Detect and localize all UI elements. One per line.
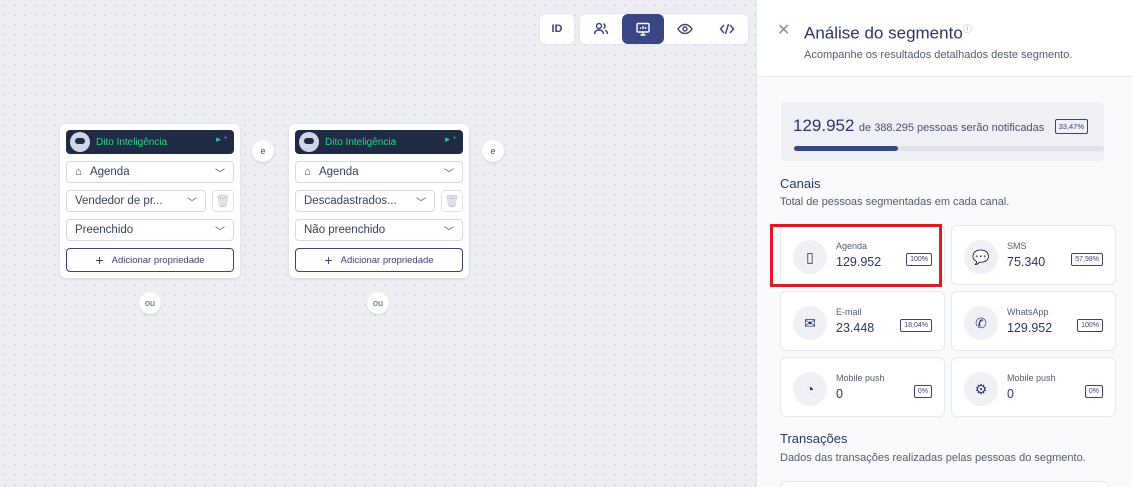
condition-select-value: Preenchido: [75, 224, 134, 236]
channel-name: E-mail: [836, 307, 862, 317]
property-select-value: Descadastrados...: [304, 195, 397, 207]
info-icon[interactable]: ⓘ: [963, 24, 972, 34]
presentation-icon: [636, 22, 650, 36]
add-property-label: Adicionar propriedade: [111, 254, 205, 266]
preview-button[interactable]: [664, 14, 706, 44]
channel-name: Mobile push: [1007, 373, 1056, 383]
transactions-subtitle: Dados das transações realizadas pelas pe…: [780, 452, 1086, 464]
whatsapp-icon: ✆: [964, 306, 998, 340]
panel-title-text: Análise do segmento: [804, 23, 963, 43]
panel-title: Análise do segmentoⓘ: [804, 22, 972, 44]
notification-summary: 129.952 de 388.295 pessoas serão notific…: [781, 102, 1104, 161]
channel-card-mobile-push-ios[interactable]: ◔ Mobile push 0 0%: [780, 357, 945, 417]
notified-text: de 388.295 pessoas serão notificadas: [858, 122, 1045, 134]
channel-value: 0: [836, 387, 843, 401]
people-icon: [593, 22, 609, 35]
and-connector[interactable]: e: [482, 140, 504, 162]
nodes-icon[interactable]: ▸ ⁺: [445, 134, 457, 145]
add-property-button[interactable]: + Adicionar propriedade: [295, 248, 463, 272]
property-select[interactable]: Descadastrados... ﹀: [295, 190, 435, 212]
channel-percent-badge: 100%: [1077, 319, 1103, 332]
chevron-down-icon: ﹀: [215, 169, 225, 180]
id-button[interactable]: ID: [540, 14, 574, 44]
channel-card-email[interactable]: ✉ E-mail 23.448 18,04%: [780, 291, 945, 351]
robot-avatar-icon: [299, 132, 319, 152]
close-icon[interactable]: ✕: [777, 20, 790, 40]
chevron-down-icon: ﹀: [444, 227, 454, 238]
source-select[interactable]: ⌂ Agenda ﹀: [66, 161, 234, 183]
channel-name: WhatsApp: [1007, 307, 1049, 317]
channel-card-sms[interactable]: 💬 SMS 75.340 57,98%: [951, 225, 1116, 285]
channels-title: Canais: [780, 176, 821, 191]
channel-name: Mobile push: [836, 373, 885, 383]
transactions-card: [780, 481, 1109, 487]
segment-card: Dito Inteligência ▸ ⁺ ⌂ Agenda ﹀ Descada…: [289, 124, 469, 278]
chevron-down-icon: ﹀: [215, 227, 225, 238]
channel-card-whatsapp[interactable]: ✆ WhatsApp 129.952 100%: [951, 291, 1116, 351]
code-view-button[interactable]: [706, 14, 748, 44]
channel-percent-badge: 57,98%: [1071, 253, 1103, 266]
plus-icon: +: [95, 252, 104, 268]
trash-icon[interactable]: 🗑: [212, 190, 234, 212]
segment-card: Dito Inteligência ▸ ⁺ ⌂ Agenda ﹀ Vendedo…: [60, 124, 240, 278]
channel-value: 0: [1007, 387, 1014, 401]
view-toolbar: ID: [540, 14, 748, 44]
condition-select[interactable]: Não preenchido ﹀: [295, 219, 463, 241]
view-button-group: [580, 14, 748, 44]
channel-name: SMS: [1007, 241, 1027, 251]
notified-progress-fill: [794, 146, 898, 151]
store-icon: ⌂: [304, 166, 311, 178]
channel-value: 23.448: [836, 321, 875, 335]
property-select[interactable]: Vendedor de pr... ﹀: [66, 190, 206, 212]
people-view-button[interactable]: [580, 14, 622, 44]
trash-icon[interactable]: 🗑: [441, 190, 463, 212]
channel-value: 75.340: [1007, 255, 1046, 269]
notified-progress-bar: [794, 146, 1104, 151]
notified-count: 129.952: [793, 116, 855, 135]
mail-icon: ✉: [793, 306, 827, 340]
brand-label: Dito Inteligência: [96, 136, 168, 148]
highlight-box: [770, 224, 942, 287]
chevron-down-icon: ﹀: [444, 169, 454, 180]
add-property-button[interactable]: + Adicionar propriedade: [66, 248, 234, 272]
brand-label: Dito Inteligência: [325, 136, 397, 148]
and-connector[interactable]: e: [252, 140, 274, 162]
chat-icon: 💬: [964, 240, 998, 274]
condition-select-value: Não preenchido: [304, 224, 386, 236]
channels-subtitle: Total de pessoas segmentadas em cada can…: [780, 196, 1010, 208]
panel-subtitle: Acompanhe os resultados detalhados deste…: [804, 49, 1073, 61]
card-header: Dito Inteligência ▸ ⁺: [295, 130, 463, 154]
nodes-icon[interactable]: ▸ ⁺: [216, 134, 228, 145]
channel-card-mobile-push-android[interactable]: ⚙ Mobile push 0 0%: [951, 357, 1116, 417]
robot-avatar-icon: [70, 132, 90, 152]
plus-icon: +: [324, 252, 333, 268]
store-icon: ⌂: [75, 166, 82, 178]
channel-value: 129.952: [1007, 321, 1053, 335]
eye-icon: [677, 23, 693, 35]
channel-percent-badge: 0%: [1084, 385, 1103, 398]
card-header: Dito Inteligência ▸ ⁺: [66, 130, 234, 154]
apple-icon: ◔: [793, 372, 827, 406]
condition-select[interactable]: Preenchido ﹀: [66, 219, 234, 241]
panel-header: ✕ Análise do segmentoⓘ Acompanhe os resu…: [757, 0, 1132, 77]
add-property-label: Adicionar propriedade: [340, 254, 434, 266]
notified-percent-badge: 33,47%: [1054, 119, 1088, 134]
chevron-down-icon: ﹀: [416, 198, 426, 209]
source-select-value: Agenda: [89, 166, 130, 178]
or-connector[interactable]: ou: [139, 292, 161, 314]
chevron-down-icon: ﹀: [187, 198, 197, 209]
transactions-title: Transações: [780, 431, 848, 446]
property-select-value: Vendedor de pr...: [75, 195, 163, 207]
presentation-view-button[interactable]: [622, 14, 664, 44]
source-select[interactable]: ⌂ Agenda ﹀: [295, 161, 463, 183]
code-icon: [719, 23, 735, 35]
android-icon: ⚙: [964, 372, 998, 406]
or-connector[interactable]: ou: [367, 292, 389, 314]
source-select-value: Agenda: [318, 166, 359, 178]
channel-percent-badge: 0%: [913, 385, 932, 398]
channel-percent-badge: 18,04%: [900, 319, 932, 332]
